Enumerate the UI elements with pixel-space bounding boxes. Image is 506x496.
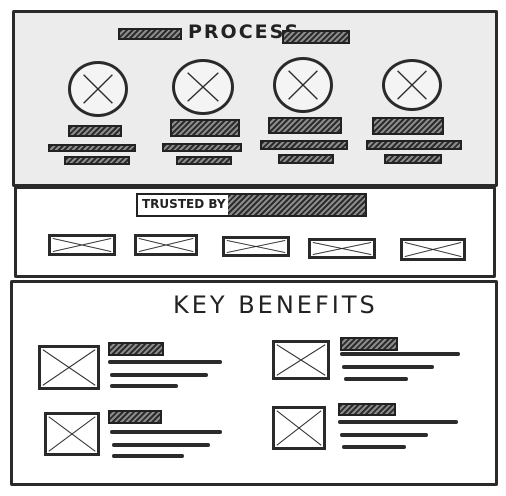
benefit-2-text-line — [342, 365, 434, 369]
benefit-4-text-line — [340, 433, 428, 437]
process-title-underline-left — [118, 28, 182, 40]
client-logo-5 — [400, 238, 466, 261]
step-3-text-line — [260, 140, 348, 150]
step-4-text-line — [384, 154, 442, 164]
step-4-icon — [382, 59, 442, 111]
benefit-3-text-line — [112, 454, 184, 458]
benefit-4-text-line — [338, 420, 458, 424]
benefit-1-text-line — [110, 384, 178, 388]
benefit-4-image-icon — [272, 406, 326, 450]
benefit-1-image-icon — [38, 345, 100, 390]
benefit-2-image-icon — [272, 340, 330, 380]
step-3-text-line — [278, 154, 334, 164]
step-4-text-line — [366, 140, 462, 150]
step-4-heading — [372, 117, 444, 135]
benefit-3-image-icon — [44, 412, 100, 456]
step-2-icon — [172, 59, 234, 115]
client-logo-1 — [48, 234, 116, 256]
step-1-text-line — [64, 156, 130, 165]
client-logo-3 — [222, 236, 290, 257]
step-3-heading — [268, 117, 342, 134]
benefit-2-text-line — [340, 352, 460, 356]
benefit-4-text-line — [342, 445, 406, 449]
benefit-1-heading — [108, 342, 164, 356]
step-3-icon — [273, 57, 333, 113]
step-2-text-line — [176, 156, 232, 165]
benefit-1-text-line — [110, 373, 208, 377]
benefit-3-text-line — [112, 443, 210, 447]
trusted-by-label: TRUSTED BY — [142, 197, 226, 211]
benefit-3-heading — [108, 410, 162, 424]
step-2-heading — [170, 119, 240, 137]
trusted-by-heading: TRUSTED BY — [136, 193, 367, 217]
benefit-4-heading — [338, 403, 396, 416]
benefit-2-heading — [340, 337, 398, 351]
step-2-text-line — [162, 143, 242, 152]
client-logo-4 — [308, 238, 376, 259]
step-1-heading — [68, 125, 122, 137]
benefit-2-text-line — [344, 377, 408, 381]
step-1-text-line — [48, 144, 136, 152]
process-title-underline-right — [282, 30, 350, 44]
client-logo-2 — [134, 234, 198, 256]
benefit-1-text-line — [108, 360, 222, 364]
key-benefits-title: KEY BENEFITS — [173, 291, 378, 319]
step-1-icon — [68, 61, 128, 117]
benefit-3-text-line — [110, 430, 222, 434]
